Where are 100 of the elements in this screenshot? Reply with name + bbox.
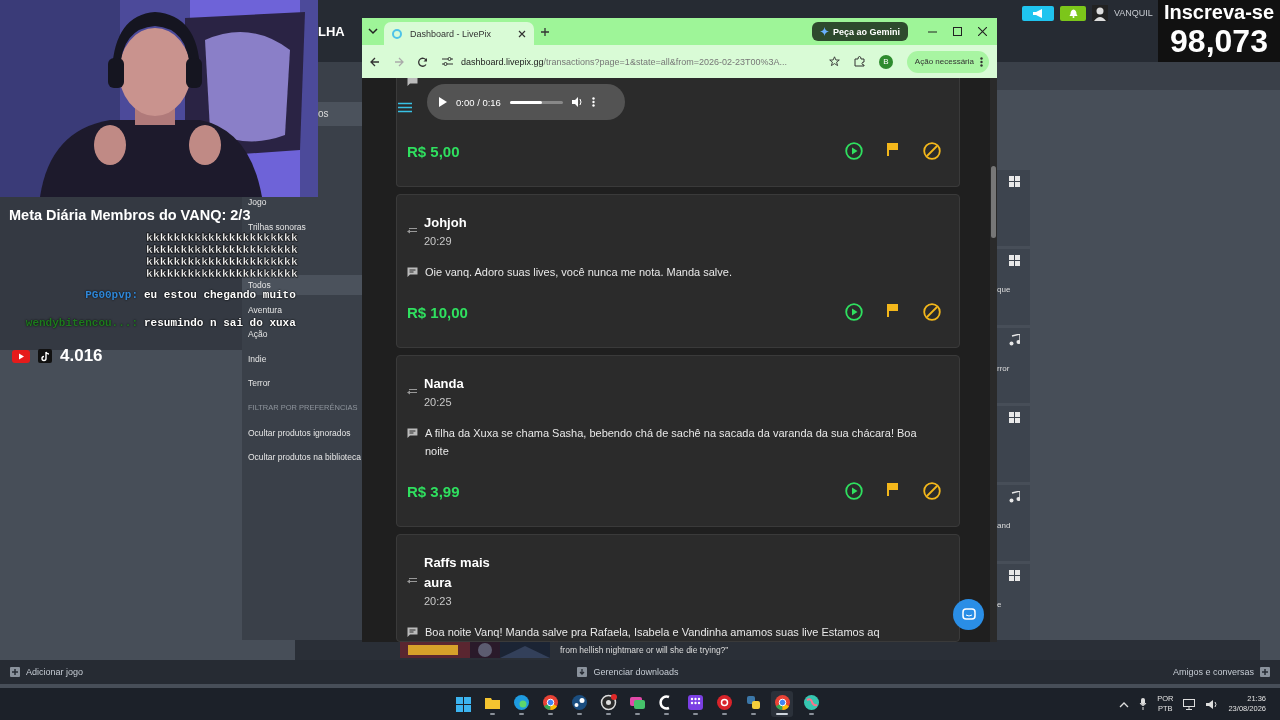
play-circle-icon[interactable] [845,303,863,321]
chat-button[interactable] [953,599,984,630]
plus-icon[interactable] [540,26,550,37]
volume-icon[interactable] [571,97,583,107]
play-circle-icon[interactable] [845,482,863,500]
friends-button[interactable]: Amigos e conversas [1172,667,1270,677]
reload-icon[interactable] [418,56,428,67]
comment-icon [407,267,418,277]
subscriber-count: 98,073 [1170,24,1268,58]
chat-message: kkkkkkkkkkkkkkkkkkkkkk [146,232,299,244]
chat-message: eu estou chegando muito [144,290,297,301]
chat-username: wendybitencou...: [25,318,138,329]
chat-message: kkkkkkkkkkkkkkkkkkkkkk [146,256,299,268]
close-icon[interactable] [518,29,526,38]
category-item[interactable]: Ação [242,329,362,340]
channel-name: VANQUIL [1114,8,1153,18]
downloads-button[interactable]: Gerenciar downloads [577,667,679,677]
speaker-icon[interactable] [1205,698,1219,710]
category-item[interactable]: Jogo [242,197,362,207]
browser-tab[interactable]: Dashboard - LivePix [384,22,534,45]
star-icon[interactable] [828,56,840,67]
amount: R$ 5,00 [407,142,461,160]
megaphone-icon [1032,8,1044,18]
game-tile[interactable]: rror [997,327,1030,404]
more-icon[interactable] [591,97,595,107]
transaction-time: 20:29 [424,235,453,247]
game-tile[interactable] [997,406,1030,483]
section-title: LHA [318,24,345,39]
message-text: Oie vanq. Adoro suas lives, você nunca me nota. Manda salve. [425,265,732,280]
add-game-button[interactable]: Adicionar jogo [10,667,84,677]
category-item[interactable]: Indie [242,353,362,364]
profile-avatar[interactable]: B [878,54,893,69]
flag-icon[interactable] [886,482,900,496]
block-icon[interactable] [923,303,941,321]
more-icon [980,56,983,67]
url-text: dashboard.livepix.gg/transactions?page=1&state=all&from=2026-02-23T00%3A... [461,56,787,67]
sender-name: Johjoh [424,214,468,232]
record-circle-icon[interactable] [599,693,617,711]
action-required-button[interactable]: Ação necessária [906,50,989,73]
download-icon [577,667,588,677]
windows-icon [1009,412,1020,425]
back-arrow-icon[interactable] [370,56,380,67]
transfer-arrows-icon [407,226,417,234]
sender-name: Raffs mais aura [424,554,491,592]
transfer-arrows-icon [407,387,417,395]
chat-message: kkkkkkkkkkkkkkkkkkkkkk [146,268,299,280]
tile-title: e [997,600,1002,610]
chevron-down-icon[interactable] [368,28,378,35]
windows-icon [1009,254,1020,267]
block-icon[interactable] [923,482,941,500]
comment-icon [407,428,418,438]
maximize-icon[interactable] [953,27,962,36]
grid-app-icon[interactable] [686,693,704,711]
record-circle-icon[interactable] [715,693,733,711]
subscribe-label: Inscreva-se [1163,0,1275,24]
amount: R$ 10,00 [407,303,469,321]
category-item[interactable]: Aventura [242,304,362,315]
game-tile[interactable]: e [997,564,1030,640]
microphone-icon[interactable] [1139,698,1148,710]
plus-icon [10,667,20,677]
play-icon[interactable] [439,97,447,107]
monitor-icon[interactable] [1183,698,1196,710]
scrollbar-thumb[interactable] [991,166,996,238]
menu-icon[interactable] [398,102,412,113]
windows-logo-icon[interactable] [454,695,472,713]
category-item[interactable]: Terror [242,378,362,389]
chat-username: PG00pvp: [85,290,138,301]
filter-option[interactable]: Ocultar produtos na biblioteca [242,452,362,463]
game-tile[interactable]: and [997,485,1030,562]
music-note-icon [1009,333,1020,346]
chat-message: kkkkkkkkkkkkkkkkkkkkkk [146,244,299,256]
tile-title: rror [997,363,1010,373]
gemini-button[interactable]: Peça ao Gemini [811,22,908,41]
address-bar[interactable]: dashboard.livepix.gg/transactions?page=1&state=all&from=2026-02-23T00%3A... [442,49,815,74]
block-icon[interactable] [923,142,941,160]
category-item[interactable]: Trilhas sonoras [242,221,362,232]
game-tile[interactable] [997,170,1030,246]
message-text: A filha da Xuxa se chama Sasha, bebendo chá de sachê na sacada da varanda da sua chácara! Boa noite [424,426,918,459]
transaction-time: 20:23 [424,595,453,607]
puzzle-icon[interactable] [853,56,865,67]
chevron-up-icon[interactable] [1119,700,1130,708]
music-note-app-icon [38,349,52,363]
chat-message: resumindo n sai do xuxa [144,318,297,329]
game-tile[interactable]: que [997,248,1030,325]
plus-icon [1260,667,1270,677]
chat-icon [961,607,976,622]
audio-progress-track[interactable] [509,100,563,104]
audio-player[interactable]: 0:00 / 0:16 [427,84,625,120]
amount: R$ 3,99 [407,482,461,500]
audio-time: 0:00 / 0:16 [456,96,501,108]
close-icon[interactable] [978,27,987,36]
flag-icon[interactable] [886,303,900,317]
windows-icon [1009,176,1020,188]
tab[interactable]: os [318,102,362,126]
avatar-icon [1092,5,1108,21]
globe-icon[interactable] [802,693,820,711]
filter-option[interactable]: Ocultar produtos ignorados [242,427,362,438]
tile-title: and [997,521,1011,531]
play-circle-icon[interactable] [845,142,863,160]
flag-icon[interactable] [886,142,900,156]
